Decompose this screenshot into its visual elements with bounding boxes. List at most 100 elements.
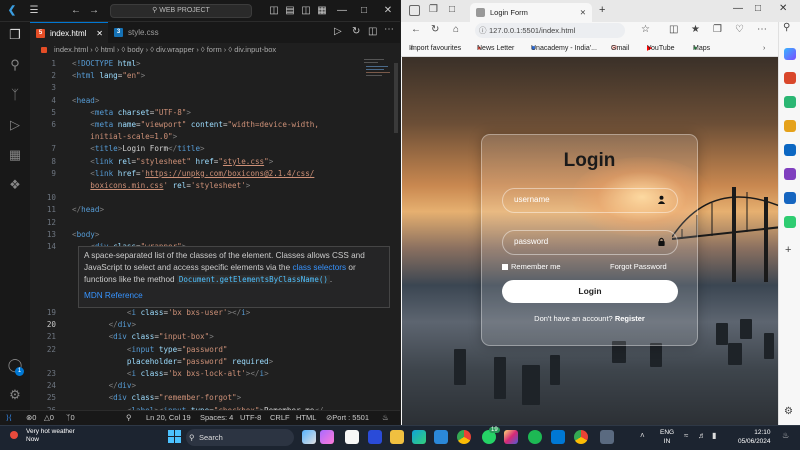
close-icon[interactable]: ✕ [779,3,787,14]
split-screen-icon[interactable]: ◫ [669,24,678,35]
tools-icon[interactable] [784,96,796,108]
chrome-active-icon[interactable] [574,430,588,444]
instagram-icon[interactable] [504,430,518,444]
login-button[interactable]: Login [502,280,678,303]
refresh-icon[interactable]: ↻ [431,24,439,35]
source-control-icon[interactable]: ᛉ [6,86,24,104]
remember-checkbox[interactable] [502,264,508,271]
mdn-reference-link[interactable]: MDN Reference [84,290,384,302]
collections-icon[interactable]: ❐ [713,24,722,35]
toggle-panel-icon[interactable]: ◫ [266,3,282,19]
close-tab-icon[interactable]: ✕ [96,23,103,44]
address-bar[interactable]: ⓘ 127.0.0.1:5501/index.html [475,23,625,38]
remember-me[interactable]: Remember me [502,262,561,271]
notifications-bell-icon[interactable]: ♨ [382,411,389,425]
extensions-icon[interactable]: ▦ [6,146,24,164]
windows-start-icon[interactable] [168,430,181,443]
code-line[interactable]: </div> [72,381,136,390]
tab-style-css[interactable]: 3 style.css [108,22,178,43]
copilot-search-icon[interactable]: ⚲ [783,22,790,33]
tab-index-html[interactable]: 5 index.html ✕ [30,22,108,43]
breadcrumb-item[interactable]: index.html [54,45,88,54]
add-app-icon[interactable]: + [785,244,791,256]
code-line[interactable]: <html lang="en"> [72,71,145,80]
games-icon[interactable] [784,120,796,132]
code-line[interactable]: </head> [72,205,104,214]
drop-icon[interactable] [784,192,796,204]
indentation[interactable]: Spaces: 4 [200,411,233,425]
sidebar-settings-icon[interactable]: ⚙ [784,406,793,417]
toggle-bottom-panel-icon[interactable]: ▤ [282,3,298,19]
copilot-icon[interactable] [784,48,796,60]
show-hidden-icons-chevron-icon[interactable]: ˄ [640,431,645,440]
file-explorer-icon[interactable] [390,430,404,444]
code-line[interactable]: placeholder="password" required> [72,357,273,366]
more-bookmarks-chevron-icon[interactable]: › [763,40,765,57]
code-editor[interactable]: 1 <!DOCTYPE html> 2 <html lang="en"> 3 4 <head… [30,57,380,415]
back-arrow-icon[interactable]: ← [68,3,84,19]
run-icon[interactable]: ▷ [334,26,342,37]
favorites-star-icon[interactable]: ☆ [641,24,650,35]
minimize-icon[interactable]: — [733,3,743,14]
task-view-switch-icon[interactable] [345,430,359,444]
minimap[interactable] [362,57,392,410]
username-input[interactable]: username [502,188,678,213]
profile-icon[interactable] [409,5,420,16]
code-line[interactable]: <meta name="viewport" content="width=dev… [72,120,319,129]
taskbar-search[interactable]: ⚲ Search [186,429,294,446]
store-icon[interactable] [434,430,448,444]
errors-indicator[interactable]: ⊗ 0 [26,411,36,425]
layout-icon[interactable]: ▦ [314,3,330,19]
weather-widget[interactable]: Very hot weather Now [26,428,75,444]
forward-arrow-icon[interactable]: → [86,3,102,19]
zoom-icon[interactable]: ⚲ [126,411,132,425]
new-tab-icon[interactable]: + [599,4,605,16]
code-line[interactable]: <input type="password" [72,345,228,354]
menu-icon[interactable]: ☰ [26,3,42,19]
encoding[interactable]: UTF-8 [240,411,261,425]
breadcrumb-item[interactable]: div.wrapper [156,45,194,54]
compare-icon[interactable]: ↻ [352,26,360,37]
toggle-secondary-sidebar-icon[interactable]: ◫ [298,3,314,19]
breadcrumb-item[interactable]: body [127,45,143,54]
edge-icon[interactable] [412,430,426,444]
code-line[interactable]: <body> [72,230,99,239]
back-arrow-icon[interactable]: ← [411,24,421,35]
explorer-icon[interactable]: ❐ [6,26,24,44]
more-menu-icon[interactable]: ⋯ [757,24,767,35]
favorites-icon[interactable]: ★ [691,24,700,35]
browser-essentials-icon[interactable]: ♡ [735,24,744,35]
designer-icon[interactable] [784,216,796,228]
site-info-icon[interactable]: ⓘ [479,23,487,38]
snipping-tool-icon[interactable] [600,430,614,444]
chrome-icon[interactable] [457,430,471,444]
shopping-icon[interactable] [784,72,796,84]
breadcrumb-item[interactable]: html [101,45,115,54]
more-actions-icon[interactable]: ⋯ [384,24,394,35]
command-center-search[interactable]: ⚲ WEB PROJECT [110,4,252,18]
tab-actions-icon[interactable]: □ [449,4,455,15]
run-debug-icon[interactable]: ▷ [6,116,24,134]
code-line[interactable]: <div class="remember-forgot"> [72,393,242,402]
code-line[interactable]: <i class='bx bxs-lock-alt'></i> [72,369,269,378]
vscode-icon[interactable] [551,430,565,444]
ports-indicator[interactable]: ᛉ 0 [66,411,75,425]
breadcrumb-item[interactable]: form [207,45,222,54]
language-indicator[interactable]: ENG IN [660,428,674,446]
language-mode[interactable]: HTML [296,411,316,425]
office-icon[interactable] [784,144,796,156]
code-line[interactable]: <title>Login Form</title> [72,144,204,153]
notifications-bell-icon[interactable]: ♨ [782,431,789,440]
close-tab-icon[interactable]: ✕ [580,3,586,22]
widgets-icon[interactable] [320,430,334,444]
volume-icon[interactable]: ♬ [698,431,706,440]
code-line[interactable]: initial-scale=1.0"> [72,132,177,141]
outlook-icon[interactable] [784,168,796,180]
teams-icon[interactable] [368,430,382,444]
code-line[interactable]: </div> [72,320,136,329]
remote-icon[interactable]: ⟩⟨ [6,411,12,425]
live-server-port[interactable]: ⊘ Port : 5501 [326,411,369,425]
settings-gear-icon[interactable]: ⚙ [6,386,24,404]
code-line[interactable]: <i class='bx bxs-user'></i> [72,308,250,317]
code-line[interactable]: <head> [72,96,99,105]
